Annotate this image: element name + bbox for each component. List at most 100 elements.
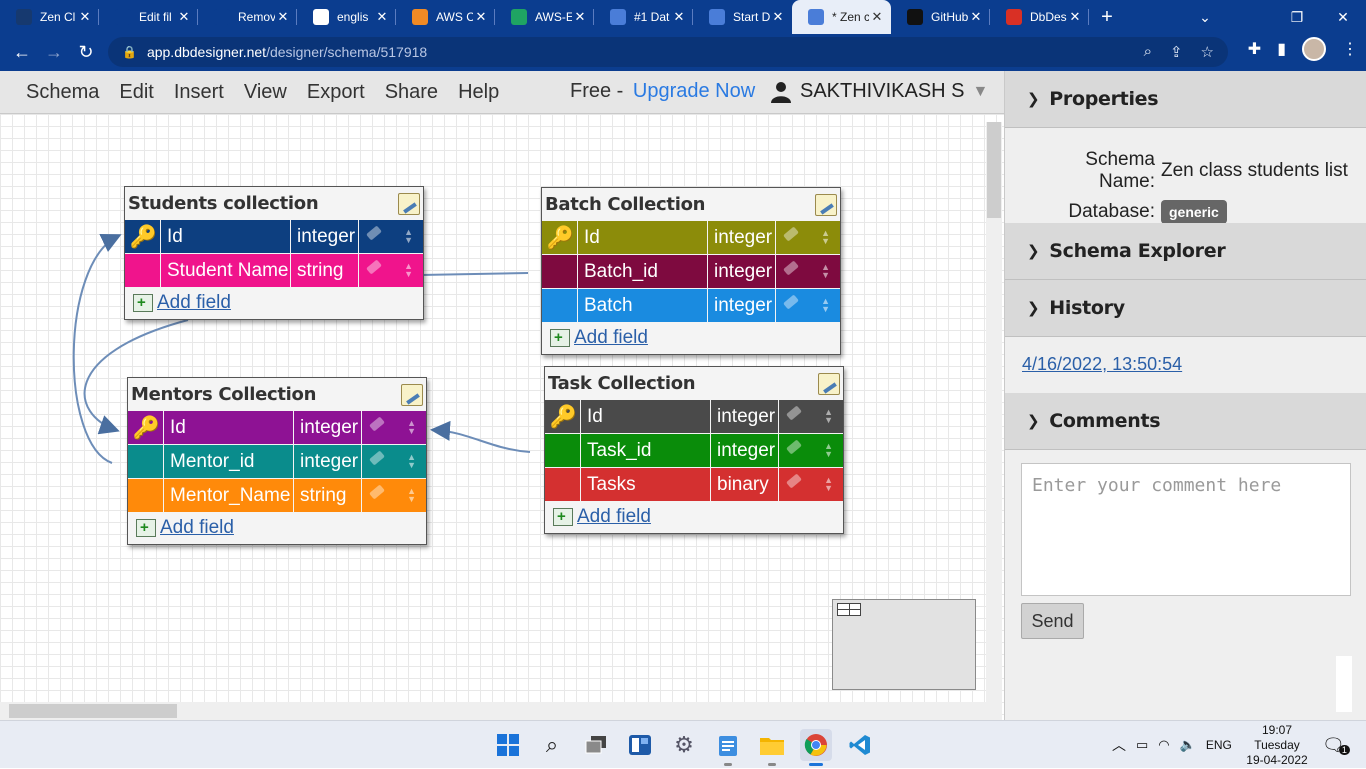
browser-tab[interactable]: Start D ✕: [693, 0, 792, 34]
field-row[interactable]: Mentor_id integer ▲ ▼: [128, 444, 426, 478]
url-field[interactable]: 🔒 app.dbdesigner.net /designer/schema/51…: [108, 37, 1228, 67]
browser-tab[interactable]: AWS-E ✕: [495, 0, 594, 34]
field-name[interactable]: Task_id: [581, 434, 711, 467]
field-row[interactable]: Task_id integer ▲ ▼: [545, 433, 843, 467]
wifi-icon[interactable]: ◠: [1158, 737, 1169, 753]
reorder-field-icon[interactable]: ▲ ▼: [821, 229, 830, 246]
field-type[interactable]: integer: [708, 289, 776, 322]
add-field-link[interactable]: Add field: [160, 517, 234, 539]
field-name[interactable]: Student Name: [161, 254, 291, 287]
notification-center[interactable]: 🗨 1: [1322, 721, 1350, 769]
settings-gear-icon[interactable]: ⚙: [668, 729, 700, 761]
field-type[interactable]: binary: [711, 468, 779, 501]
section-schema-explorer[interactable]: ❯ Schema Explorer: [1005, 223, 1366, 280]
browser-tab[interactable]: DbDes ✕: [990, 0, 1089, 34]
canvas-vertical-scroll-thumb[interactable]: [987, 122, 1001, 218]
menu-edit[interactable]: Edit: [109, 81, 163, 104]
table-title[interactable]: Students collection: [125, 187, 423, 219]
field-name[interactable]: Mentor_id: [164, 445, 294, 478]
field-row[interactable]: Batch_id integer ▲ ▼: [542, 254, 840, 288]
field-name[interactable]: Id: [578, 221, 708, 254]
field-row[interactable]: 🔑 Id integer ▲ ▼: [125, 219, 423, 253]
reorder-field-icon[interactable]: ▲ ▼: [824, 408, 833, 425]
share-icon[interactable]: ⇪: [1170, 43, 1183, 61]
edit-field-icon[interactable]: [786, 405, 802, 421]
task-view-icon[interactable]: [580, 729, 612, 761]
close-tab-icon[interactable]: ✕: [473, 9, 489, 25]
close-tab-icon[interactable]: ✕: [572, 9, 588, 25]
field-row[interactable]: Mentor_Name string ▲ ▼: [128, 478, 426, 512]
close-window-icon[interactable]: ✕: [1320, 0, 1366, 34]
browser-tab[interactable]: * Zen c ✕: [792, 0, 891, 34]
field-name[interactable]: Id: [164, 411, 294, 444]
clock[interactable]: 19:07 Tuesday 19-04-2022: [1238, 723, 1316, 768]
browser-tab[interactable]: Remov ✕: [198, 0, 297, 34]
add-field-link[interactable]: Add field: [577, 506, 651, 528]
user-menu[interactable]: SAKTHIVIKASH S ▼: [770, 80, 988, 103]
table-title[interactable]: Mentors Collection: [128, 378, 426, 410]
field-name[interactable]: Batch_id: [578, 255, 708, 288]
close-tab-icon[interactable]: ✕: [869, 9, 885, 25]
close-tab-icon[interactable]: ✕: [1067, 9, 1083, 25]
edit-field-icon[interactable]: [369, 484, 385, 500]
field-name[interactable]: Batch: [578, 289, 708, 322]
edit-field-icon[interactable]: [783, 226, 799, 242]
reorder-field-icon[interactable]: ▲ ▼: [404, 262, 413, 279]
table-task[interactable]: Task Collection 🔑 Id integer ▲ ▼ Task_id integ…: [544, 366, 844, 534]
add-field-row[interactable]: Add field: [545, 501, 843, 533]
bookmark-star-icon[interactable]: ☆: [1201, 43, 1214, 61]
section-history[interactable]: ❯ History: [1005, 280, 1366, 337]
edit-field-icon[interactable]: [366, 259, 382, 275]
more-menu-icon[interactable]: ⋮: [1342, 39, 1358, 59]
start-icon[interactable]: [492, 729, 524, 761]
browser-tab[interactable]: #1 Dat ✕: [594, 0, 693, 34]
menu-help[interactable]: Help: [448, 81, 509, 104]
reorder-field-icon[interactable]: ▲ ▼: [821, 263, 830, 280]
table-title[interactable]: Task Collection: [545, 367, 843, 399]
send-button[interactable]: Send: [1021, 603, 1084, 639]
forward-icon[interactable]: →: [38, 37, 70, 69]
reload-icon[interactable]: ↻: [70, 37, 102, 69]
side-panel-icon[interactable]: ▮: [1277, 39, 1286, 59]
file-explorer-icon[interactable]: [756, 729, 788, 766]
reorder-field-icon[interactable]: ▲ ▼: [404, 228, 413, 245]
reorder-field-icon[interactable]: ▲ ▼: [824, 442, 833, 459]
language-indicator[interactable]: ENG: [1206, 738, 1232, 752]
field-name[interactable]: Id: [581, 400, 711, 433]
edit-note-icon[interactable]: [401, 384, 423, 406]
restore-window-icon[interactable]: ❐: [1274, 0, 1320, 34]
extensions-icon[interactable]: ✚: [1248, 39, 1261, 59]
edit-field-icon[interactable]: [786, 439, 802, 455]
edit-field-icon[interactable]: [366, 225, 382, 241]
menu-share[interactable]: Share: [375, 81, 448, 104]
tab-search-icon[interactable]: ⌄: [1182, 0, 1228, 34]
field-row[interactable]: 🔑 Id integer ▲ ▼: [542, 220, 840, 254]
field-type[interactable]: integer: [708, 221, 776, 254]
comment-input[interactable]: Enter your comment here: [1021, 463, 1351, 596]
section-comments[interactable]: ❯ Comments: [1005, 393, 1366, 450]
close-tab-icon[interactable]: ✕: [374, 9, 390, 25]
reorder-field-icon[interactable]: ▲ ▼: [821, 297, 830, 314]
field-row[interactable]: Tasks binary ▲ ▼: [545, 467, 843, 501]
close-tab-icon[interactable]: ✕: [770, 9, 786, 25]
close-tab-icon[interactable]: ✕: [275, 9, 291, 25]
search-icon[interactable]: ⌕: [536, 729, 568, 761]
edit-note-icon[interactable]: [398, 193, 420, 215]
panel-scrollbar[interactable]: [1336, 656, 1352, 712]
menu-schema[interactable]: Schema: [0, 81, 109, 104]
field-row[interactable]: Student Name string ▲ ▼: [125, 253, 423, 287]
field-name[interactable]: Id: [161, 220, 291, 253]
field-row[interactable]: 🔑 Id integer ▲ ▼: [128, 410, 426, 444]
browser-tab[interactable]: Edit fil ✕: [99, 0, 198, 34]
add-field-link[interactable]: Add field: [574, 327, 648, 349]
field-type[interactable]: integer: [711, 400, 779, 433]
table-batch[interactable]: Batch Collection 🔑 Id integer ▲ ▼ Batch_id int…: [541, 187, 841, 355]
close-tab-icon[interactable]: ✕: [671, 9, 687, 25]
close-tab-icon[interactable]: ✕: [176, 9, 192, 25]
field-type[interactable]: integer: [294, 445, 362, 478]
chrome-icon[interactable]: [800, 729, 832, 766]
edit-field-icon[interactable]: [369, 450, 385, 466]
canvas-horizontal-scroll-thumb[interactable]: [9, 704, 177, 718]
browser-tab[interactable]: Zen Cl ✕: [0, 0, 99, 34]
edit-note-icon[interactable]: [818, 373, 840, 395]
